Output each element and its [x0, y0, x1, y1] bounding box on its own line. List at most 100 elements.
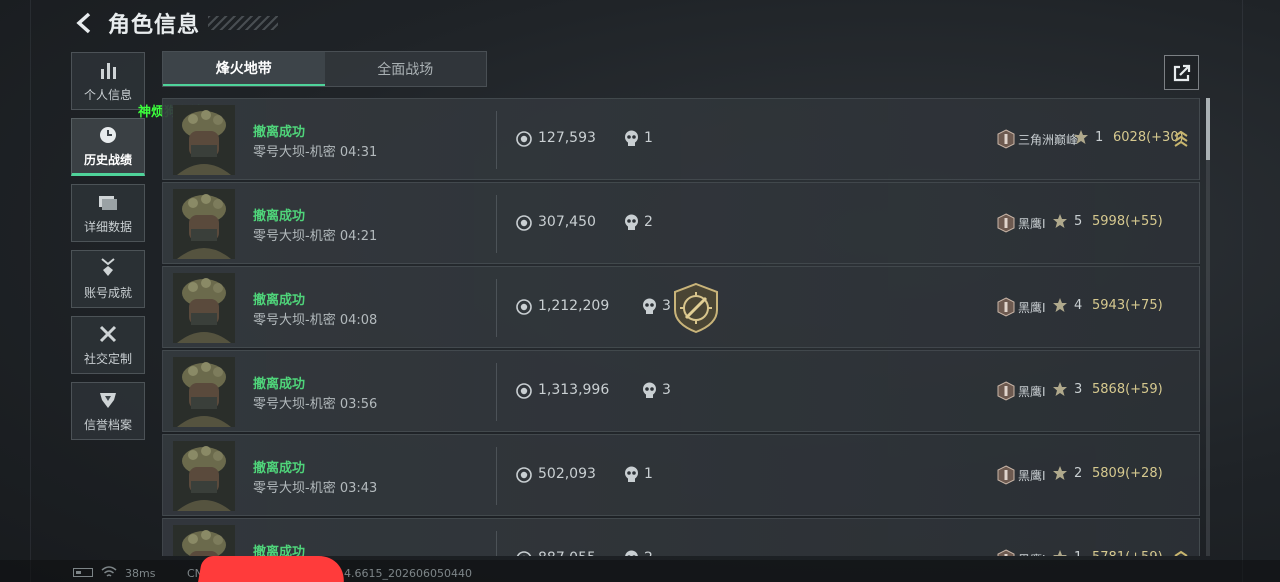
currency-icon [516, 551, 532, 556]
back-arrow-icon[interactable] [72, 10, 98, 36]
rank-level: 4 [1074, 298, 1083, 313]
currency-icon [516, 467, 532, 483]
sidebar-item-details[interactable]: 详细数据 [71, 184, 145, 242]
clock-icon [97, 124, 119, 146]
scrollbar[interactable] [1206, 98, 1210, 556]
match-history-list[interactable]: 撤离成功 零号大坝-机密 04:31 127,593 1 三角洲巅峰 1 6028(+30)… [162, 98, 1200, 556]
match-row[interactable]: 撤离成功 零号大坝-机密 03:43 502,093 1 黑鹰I 2 5809(+28) [162, 434, 1200, 516]
row-divider [496, 531, 497, 556]
row-divider [496, 363, 497, 421]
skull-icon [624, 130, 639, 147]
mode-tabs: 烽火地带 全面战场 [162, 51, 487, 87]
sidebar-item-label: 信誉档案 [83, 418, 132, 432]
frame-line-left [30, 0, 31, 582]
build-version: 4.6615_202606050440 [344, 567, 472, 580]
kill-count: 2 [644, 550, 653, 556]
title-decoration [208, 16, 279, 30]
sidebar-item-achievements[interactable]: 账号成就 [71, 250, 145, 308]
rank-level: 5 [1074, 214, 1083, 229]
loot-value: 307,450 [538, 214, 596, 230]
rank-name: 黑鹰I [1018, 385, 1046, 399]
wifi-icon [101, 566, 117, 577]
match-status: 撤离成功 [253, 377, 306, 392]
operator-avatar [173, 525, 235, 556]
match-row[interactable]: 撤离成功 887,055 2 黑鹰I 1 5781(+59) [162, 518, 1200, 556]
match-status: 撤离成功 [253, 545, 306, 556]
loot-value: 1,212,209 [538, 298, 610, 314]
operator-avatar [173, 441, 235, 511]
rank-name: 三角洲巅峰 [1018, 133, 1079, 147]
match-row[interactable]: 撤离成功 零号大坝-机密 04:08 1,212,209 3 黑鹰I 4 5943(+75) [162, 266, 1200, 348]
match-status: 撤离成功 [253, 125, 306, 140]
match-row[interactable]: 撤离成功 零号大坝-机密 04:21 307,450 2 黑鹰I 5 5998(+55) [162, 182, 1200, 264]
status-bar: 38ms CN 4.6615_202606050440 [0, 560, 1280, 582]
operator-avatar [173, 105, 235, 175]
tab-operations[interactable]: 烽火地带 [163, 52, 325, 86]
kill-count: 3 [662, 382, 671, 398]
skull-icon [642, 382, 657, 399]
currency-icon [516, 131, 532, 147]
rank-score: 5998(+55) [1092, 214, 1163, 229]
row-divider [496, 279, 497, 337]
sidebar-item-label: 详细数据 [83, 220, 132, 234]
sidebar-item-label: 个人信息 [83, 88, 132, 102]
currency-icon [516, 215, 532, 231]
rank-score: 5868(+59) [1092, 382, 1163, 397]
rank-score: 5781(+59) [1092, 550, 1163, 556]
rank-name: 黑鹰I [1018, 217, 1046, 231]
rank-level: 2 [1074, 466, 1083, 481]
scroll-thumb[interactable] [1206, 98, 1210, 160]
frame-line-right [1242, 0, 1243, 582]
loot-value: 887,055 [538, 550, 596, 556]
achievement-badge-icon[interactable] [671, 282, 721, 334]
rank-level: 1 [1095, 130, 1104, 145]
folder-icon [97, 191, 119, 213]
rank-score: 5809(+28) [1092, 466, 1163, 481]
kill-count: 2 [644, 214, 653, 230]
sidebar-item-reputation[interactable]: 信誉档案 [71, 382, 145, 440]
rank-emblem-icon [996, 129, 1016, 149]
medal-icon [97, 257, 119, 279]
rank-chevron-icon [1173, 129, 1189, 149]
currency-icon [516, 383, 532, 399]
operator-avatar [173, 189, 235, 259]
match-row[interactable]: 撤离成功 零号大坝-机密 03:56 1,313,996 3 黑鹰I 3 5868(+59) [162, 350, 1200, 432]
sidebar-item-label: 账号成就 [83, 286, 132, 300]
star-icon [1052, 465, 1068, 481]
sidebar-item-label: 历史战绩 [83, 153, 132, 167]
kill-count: 1 [644, 130, 653, 146]
bar-chart-icon [97, 59, 119, 81]
rank-level: 1 [1074, 550, 1082, 556]
currency-icon [516, 299, 532, 315]
sidebar-item-label: 社交定制 [83, 352, 132, 366]
map-and-time: 零号大坝-机密 04:21 [253, 229, 378, 244]
star-icon [1073, 129, 1089, 145]
redaction-mark [197, 556, 349, 582]
page-header: 角色信息 [72, 6, 279, 40]
row-divider [496, 195, 497, 253]
loot-value: 1,313,996 [538, 382, 610, 398]
sidebar-item-profile[interactable]: 个人信息 [71, 52, 145, 110]
skull-icon [624, 466, 639, 483]
star-icon [1052, 549, 1068, 556]
loot-value: 127,593 [538, 130, 596, 146]
share-button[interactable] [1164, 55, 1199, 90]
sidebar-item-history[interactable]: 历史战绩 [71, 118, 145, 176]
star-icon [1052, 297, 1068, 313]
operator-avatar [173, 357, 235, 427]
map-and-time: 零号大坝-机密 03:56 [253, 397, 378, 412]
match-row[interactable]: 撤离成功 零号大坝-机密 04:31 127,593 1 三角洲巅峰 1 6028(+30) [162, 98, 1200, 180]
tab-warfare[interactable]: 全面战场 [325, 52, 487, 86]
sidebar-item-social[interactable]: 社交定制 [71, 316, 145, 374]
share-icon [1173, 64, 1190, 81]
rank-name: 黑鹰I [1018, 469, 1046, 483]
map-and-time: 零号大坝-机密 03:43 [253, 481, 378, 496]
rank-emblem-icon [996, 381, 1016, 401]
rank-emblem-icon [996, 465, 1016, 485]
rank-emblem-icon [996, 549, 1016, 556]
sidebar: 个人信息 历史战绩 详细数据 账号成就 社交定制 信誉档案 [71, 52, 145, 448]
match-status: 撤离成功 [253, 293, 306, 308]
ping-text: 38ms [125, 567, 156, 580]
loot-value: 502,093 [538, 466, 596, 482]
map-and-time: 零号大坝-机密 04:08 [253, 313, 378, 328]
